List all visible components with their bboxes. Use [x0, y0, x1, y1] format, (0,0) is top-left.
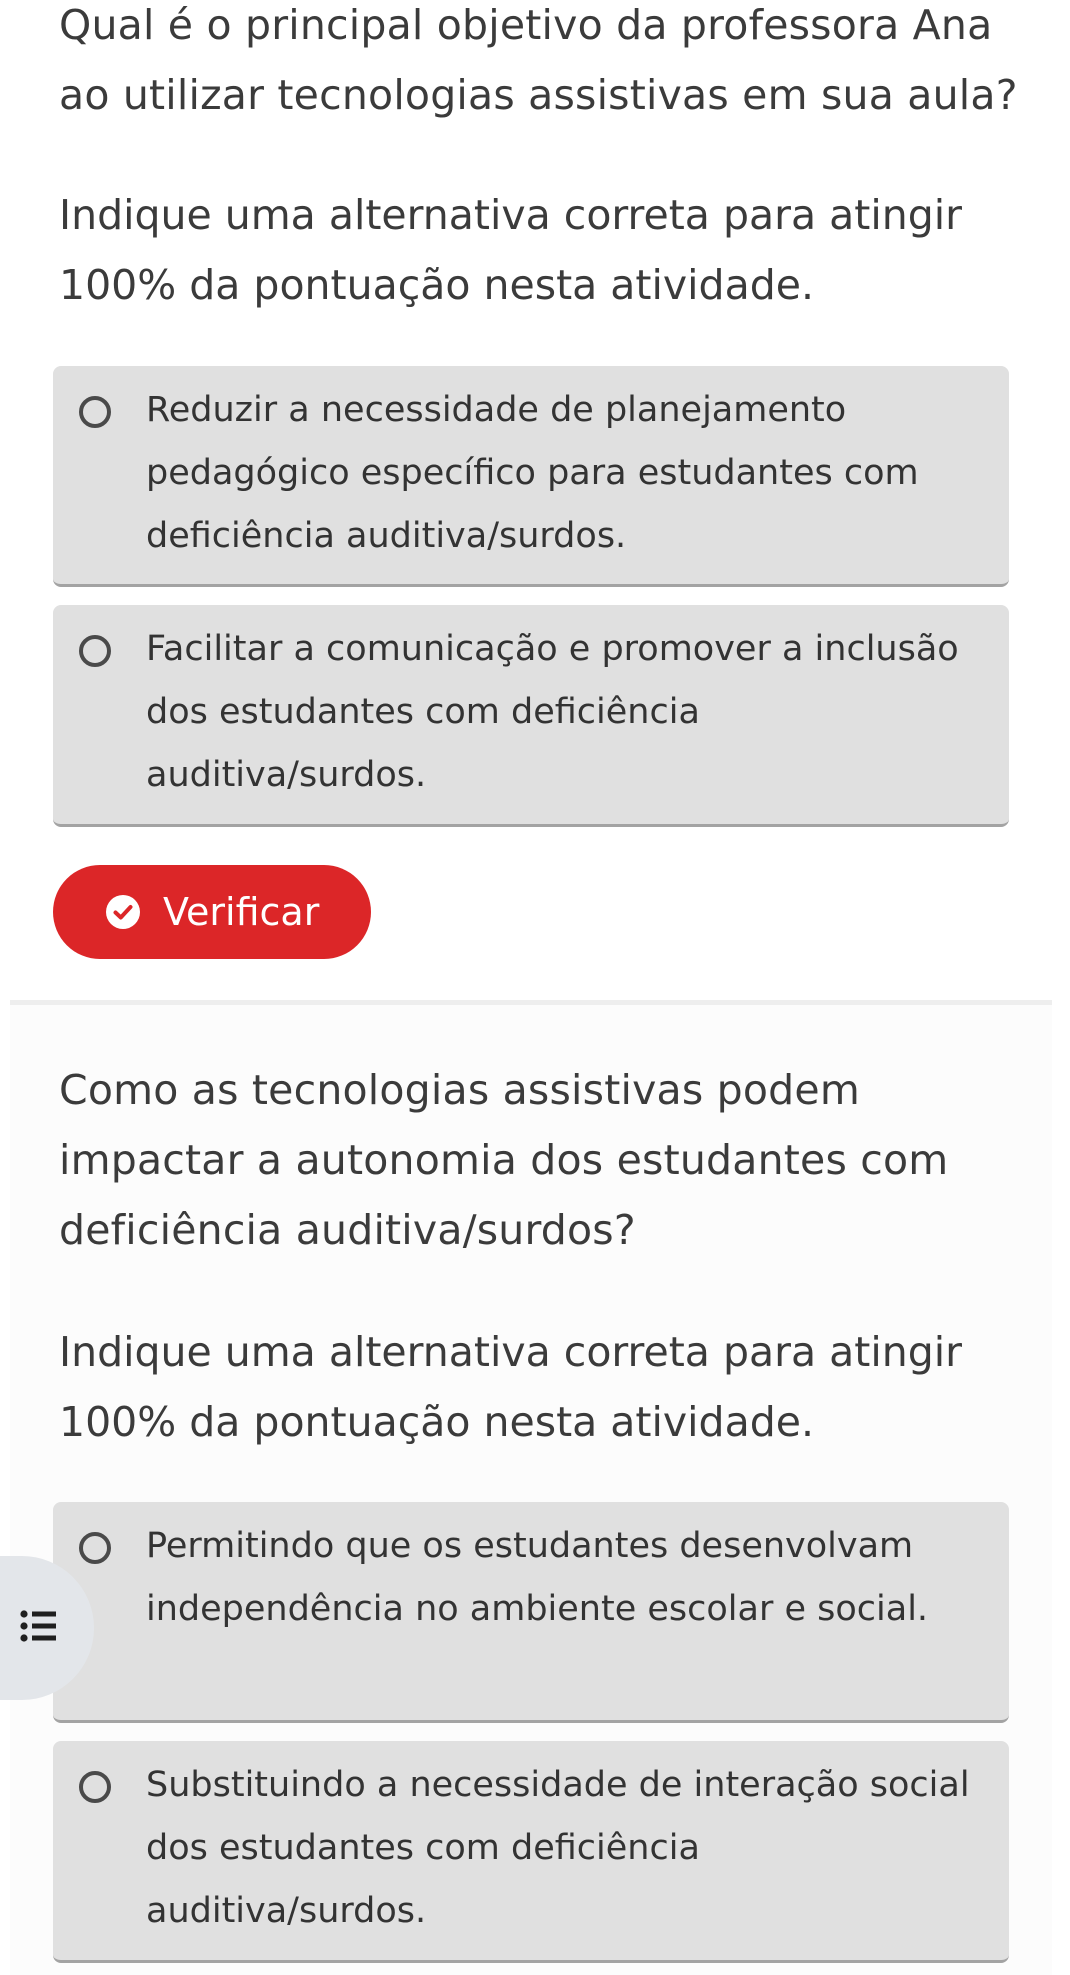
radio-button[interactable] — [79, 635, 111, 667]
radio-button[interactable] — [79, 1771, 111, 1803]
question-text-1: Qual é o principal objetivo da professor… — [59, 1, 1018, 119]
option-label: Permitindo que os estudantes desenvolvam… — [146, 1526, 929, 1629]
option-label: Reduzir a necessidade de planejamento pe… — [146, 390, 919, 556]
radio-button[interactable] — [79, 396, 111, 428]
check-circle-icon — [106, 895, 140, 929]
instruction-text-1: Indique uma alternativa correta para ati… — [59, 191, 962, 309]
answer-option-2b[interactable]: Substituindo a necessidade de interação … — [53, 1741, 1009, 1963]
list-icon — [20, 1610, 56, 1642]
answer-option-1b[interactable]: Facilitar a comunicação e promover a inc… — [53, 605, 1009, 827]
answer-option-2a[interactable]: Permitindo que os estudantes desenvolvam… — [53, 1502, 1009, 1723]
question-text-2: Como as tecnologias assistivas podem imp… — [59, 1066, 949, 1254]
option-label: Substituindo a necessidade de interação … — [146, 1765, 970, 1931]
answer-option-1a[interactable]: Reduzir a necessidade de planejamento pe… — [53, 366, 1009, 587]
option-label: Facilitar a comunicação e promover a inc… — [146, 629, 959, 795]
verify-button-label: Verificar — [163, 890, 320, 934]
verify-button[interactable]: Verificar — [53, 865, 371, 959]
instruction-text-2: Indique uma alternativa correta para ati… — [59, 1328, 962, 1446]
radio-button[interactable] — [79, 1532, 111, 1564]
